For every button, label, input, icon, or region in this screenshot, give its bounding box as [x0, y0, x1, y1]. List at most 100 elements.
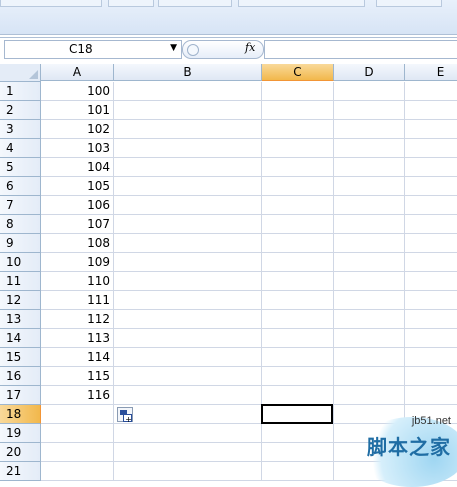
cell-a[interactable]: 111 [41, 291, 114, 310]
cell-c[interactable] [262, 348, 334, 367]
cell-b[interactable] [114, 367, 262, 386]
cell-b[interactable] [114, 310, 262, 329]
cell-e[interactable] [405, 348, 457, 367]
cell-e[interactable] [405, 177, 457, 196]
row-header[interactable]: 21 [0, 462, 41, 481]
column-header-d[interactable]: D [334, 64, 405, 81]
cell-b[interactable] [114, 139, 262, 158]
cell-c[interactable] [262, 367, 334, 386]
cell-e[interactable] [405, 329, 457, 348]
cell-a[interactable]: 116 [41, 386, 114, 405]
cell-a[interactable]: 103 [41, 139, 114, 158]
cell-d[interactable] [334, 348, 405, 367]
cell-b[interactable] [114, 196, 262, 215]
column-header-c[interactable]: C [262, 64, 334, 81]
cell-d[interactable] [334, 272, 405, 291]
cell-a[interactable]: 109 [41, 253, 114, 272]
cell-b[interactable] [114, 272, 262, 291]
cell-c[interactable] [262, 215, 334, 234]
cell-c[interactable] [262, 120, 334, 139]
row-header[interactable]: 5 [0, 158, 41, 177]
cell-b[interactable] [114, 253, 262, 272]
row-header[interactable]: 16 [0, 367, 41, 386]
cell-e[interactable] [405, 310, 457, 329]
cell-a[interactable]: 105 [41, 177, 114, 196]
cell-c[interactable] [262, 386, 334, 405]
cell-d[interactable] [334, 120, 405, 139]
row-header[interactable]: 12 [0, 291, 41, 310]
cell-e[interactable] [405, 120, 457, 139]
cell-a[interactable]: 101 [41, 101, 114, 120]
cell-b[interactable] [114, 82, 262, 101]
row-header[interactable]: 1 [0, 82, 41, 101]
cell-e[interactable] [405, 253, 457, 272]
row-header[interactable]: 6 [0, 177, 41, 196]
cell-b[interactable] [114, 329, 262, 348]
cell-b[interactable] [114, 386, 262, 405]
name-box[interactable]: C18 ▼ [4, 40, 182, 59]
row-header[interactable]: 13 [0, 310, 41, 329]
cell-c[interactable] [262, 272, 334, 291]
cell-c[interactable] [262, 234, 334, 253]
cell-a[interactable]: 115 [41, 367, 114, 386]
row-header[interactable]: 2 [0, 101, 41, 120]
row-header[interactable]: 18 [0, 405, 41, 424]
cell-b[interactable] [114, 177, 262, 196]
cell-d[interactable] [334, 329, 405, 348]
cell-a[interactable] [41, 462, 114, 481]
cell-c[interactable] [262, 158, 334, 177]
cell-a[interactable] [41, 405, 114, 424]
row-header[interactable]: 19 [0, 424, 41, 443]
cell-a[interactable] [41, 424, 114, 443]
cell-a[interactable]: 100 [41, 82, 114, 101]
cell-c[interactable] [262, 424, 334, 443]
cell-b[interactable] [114, 291, 262, 310]
active-cell-c18[interactable] [261, 404, 333, 424]
chevron-down-icon[interactable]: ▼ [170, 43, 177, 53]
cell-c[interactable] [262, 462, 334, 481]
row-header[interactable]: 4 [0, 139, 41, 158]
cell-b[interactable] [114, 234, 262, 253]
cell-d[interactable] [334, 101, 405, 120]
cell-c[interactable] [262, 139, 334, 158]
cell-c[interactable] [262, 82, 334, 101]
cell-d[interactable] [334, 234, 405, 253]
cell-a[interactable]: 112 [41, 310, 114, 329]
cell-b[interactable] [114, 158, 262, 177]
insert-function-icon[interactable]: fx [245, 41, 255, 54]
cell-e[interactable] [405, 291, 457, 310]
row-header[interactable]: 15 [0, 348, 41, 367]
select-all-button[interactable] [0, 64, 41, 82]
column-header-e[interactable]: E [405, 64, 457, 81]
cell-d[interactable] [334, 367, 405, 386]
cell-c[interactable] [262, 310, 334, 329]
paste-options-icon[interactable]: + [117, 407, 133, 424]
cell-b[interactable] [114, 424, 262, 443]
cell-e[interactable] [405, 215, 457, 234]
row-header[interactable]: 20 [0, 443, 41, 462]
cell-d[interactable] [334, 196, 405, 215]
cell-b[interactable] [114, 348, 262, 367]
cell-a[interactable]: 106 [41, 196, 114, 215]
cell-a[interactable]: 108 [41, 234, 114, 253]
formula-input[interactable] [264, 40, 457, 59]
cell-e[interactable] [405, 234, 457, 253]
column-header-b[interactable]: B [114, 64, 262, 81]
cell-e[interactable] [405, 158, 457, 177]
cell-d[interactable] [334, 310, 405, 329]
column-header-a[interactable]: A [41, 64, 114, 81]
cell-c[interactable] [262, 253, 334, 272]
cell-d[interactable] [334, 291, 405, 310]
cell-b[interactable] [114, 462, 262, 481]
cell-e[interactable] [405, 367, 457, 386]
row-header[interactable]: 7 [0, 196, 41, 215]
cell-a[interactable]: 113 [41, 329, 114, 348]
cell-c[interactable] [262, 177, 334, 196]
cell-d[interactable] [334, 139, 405, 158]
row-header[interactable]: 17 [0, 386, 41, 405]
cell-e[interactable] [405, 139, 457, 158]
splitter-handle-icon[interactable] [187, 44, 199, 56]
row-header[interactable]: 8 [0, 215, 41, 234]
cell-b[interactable] [114, 405, 262, 424]
cell-e[interactable] [405, 386, 457, 405]
